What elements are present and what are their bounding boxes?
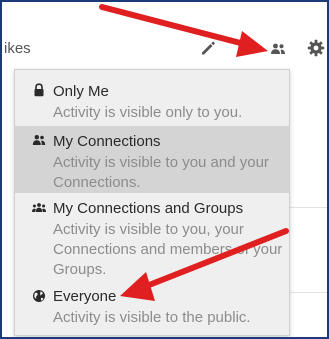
menu-item-title: My Connections and Groups bbox=[53, 200, 244, 217]
connections-icon bbox=[32, 135, 46, 145]
menu-item-title: Only Me bbox=[53, 83, 109, 100]
menu-item-only-me[interactable]: Only Me Activity is visible only to you. bbox=[15, 70, 289, 126]
menu-item-description: Activity is visible to you, your Connect… bbox=[53, 221, 283, 278]
menu-item-everyone[interactable]: Everyone Activity is visible to the publ… bbox=[15, 283, 289, 335]
menu-item-my-connections[interactable]: My Connections Activity is visible to yo… bbox=[15, 126, 289, 193]
menu-item-description: Activity is visible to you and your Conn… bbox=[53, 154, 269, 191]
menu-item-description: Activity is visible to the public. bbox=[53, 309, 251, 326]
lock-icon bbox=[34, 83, 44, 97]
pencil-icon[interactable] bbox=[200, 40, 216, 56]
menu-item-title: My Connections bbox=[53, 133, 161, 150]
menu-item-description: Activity is visible only to you. bbox=[53, 104, 243, 121]
menu-item-connections-and-groups[interactable]: My Connections and Groups Activity is vi… bbox=[15, 193, 289, 283]
groups-icon bbox=[32, 203, 46, 212]
globe-icon bbox=[33, 290, 45, 302]
menu-item-title: Everyone bbox=[53, 288, 117, 305]
screenshot-frame: ikes Only Me Activity is visible only to… bbox=[0, 0, 329, 339]
privacy-dropdown-menu: Only Me Activity is visible only to you.… bbox=[14, 69, 290, 336]
gear-icon[interactable] bbox=[307, 39, 325, 57]
truncated-likes-label: ikes bbox=[4, 40, 31, 57]
privacy-audience-icon[interactable] bbox=[270, 43, 286, 55]
